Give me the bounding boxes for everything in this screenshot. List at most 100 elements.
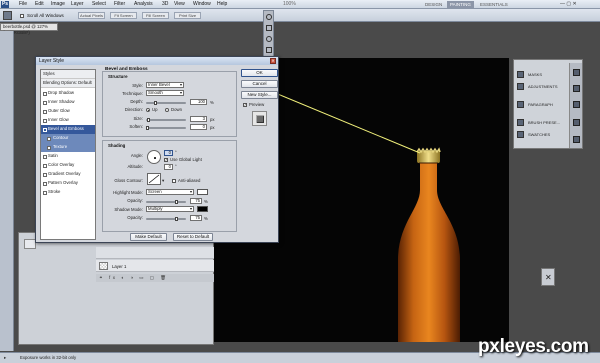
angle-unit-icon: ° bbox=[175, 150, 177, 155]
layers-footer: ⚭ fx ◐ ◑ ▭ ▢ 🗑 bbox=[96, 274, 214, 282]
style-select[interactable]: Inner Bevel bbox=[146, 82, 184, 88]
use-global-light-label: Use Global Light bbox=[170, 157, 202, 162]
checkbox[interactable] bbox=[42, 172, 47, 177]
highlight-opacity-slider[interactable] bbox=[146, 201, 186, 203]
style-pattern-overlay[interactable]: Pattern Overlay bbox=[41, 179, 95, 188]
layer-row[interactable] bbox=[96, 247, 214, 259]
cancel-button[interactable]: Cancel bbox=[241, 80, 278, 88]
checkbox[interactable] bbox=[42, 91, 47, 96]
depth-label: Depth: bbox=[130, 99, 143, 104]
direction-up-label: Up bbox=[152, 107, 158, 112]
technique-select[interactable]: Smooth bbox=[146, 90, 184, 96]
checkbox[interactable] bbox=[42, 154, 47, 159]
checkbox[interactable] bbox=[42, 109, 47, 114]
checkbox[interactable] bbox=[42, 100, 47, 105]
style-preview-swatch bbox=[252, 111, 267, 126]
watermark-logo: pxleyes.com bbox=[478, 336, 589, 357]
style-contour[interactable]: Contour bbox=[41, 134, 95, 143]
depth-input[interactable]: 100 bbox=[190, 99, 207, 105]
layer-footer-icons[interactable]: ⚭ fx ◐ ◑ ▭ ▢ 🗑 bbox=[99, 275, 168, 281]
highlight-opacity-label: Opacity: bbox=[127, 198, 143, 203]
right-icon-strip bbox=[569, 63, 582, 148]
soften-slider-knob[interactable] bbox=[146, 126, 149, 130]
technique-label: Technique: bbox=[122, 91, 143, 96]
layers-panel: Layer 1 ⚭ fx ◐ ◑ ▭ ▢ 🗑 bbox=[18, 232, 214, 345]
altitude-input[interactable]: 0 bbox=[164, 164, 173, 170]
soften-input[interactable]: 0 bbox=[190, 124, 207, 130]
style-gradient-overlay[interactable]: Gradient Overlay bbox=[41, 170, 95, 179]
shadow-opacity-knob[interactable] bbox=[175, 217, 178, 221]
tools-icon[interactable]: ✕ bbox=[541, 268, 555, 286]
style-stroke[interactable]: Stroke bbox=[41, 188, 95, 197]
checkbox[interactable] bbox=[47, 145, 51, 150]
highlight-color-swatch[interactable] bbox=[197, 189, 208, 195]
ok-button[interactable]: OK bbox=[241, 69, 278, 77]
soften-slider[interactable] bbox=[146, 127, 186, 129]
blending-options-item[interactable]: Blending Options: Default bbox=[41, 79, 95, 88]
direction-up-radio[interactable] bbox=[146, 108, 150, 112]
depth-unit: % bbox=[210, 100, 214, 105]
soften-label: Soften: bbox=[129, 124, 143, 129]
contour-dropdown-icon[interactable]: ▾ bbox=[162, 178, 164, 184]
style-label: Style: bbox=[132, 83, 143, 88]
shadow-opacity-input[interactable]: 75 bbox=[190, 215, 202, 221]
new-style-button[interactable]: New Style... bbox=[241, 91, 278, 99]
style-drop-shadow[interactable]: Drop Shadow bbox=[41, 89, 95, 98]
direction-down-label: Down bbox=[171, 107, 182, 112]
style-color-overlay[interactable]: Color Overlay bbox=[41, 161, 95, 170]
shadow-opacity-slider[interactable] bbox=[146, 218, 186, 220]
style-texture[interactable]: Texture bbox=[41, 143, 95, 152]
layer-name[interactable]: Layer 1 bbox=[112, 264, 126, 269]
checkbox[interactable] bbox=[47, 136, 51, 141]
structure-title: Structure bbox=[108, 74, 128, 79]
style-bevel-emboss[interactable]: Bevel and Emboss bbox=[41, 125, 95, 134]
layers-icon[interactable] bbox=[573, 69, 580, 76]
anti-aliased-checkbox[interactable] bbox=[172, 179, 176, 183]
styles-header[interactable]: Styles bbox=[41, 70, 95, 79]
use-global-light-checkbox[interactable] bbox=[164, 157, 168, 162]
style-inner-glow[interactable]: Inner Glow bbox=[41, 116, 95, 125]
highlight-mode-label: Highlight Mode: bbox=[113, 190, 143, 195]
checkbox[interactable] bbox=[42, 181, 47, 186]
size-input[interactable]: 3 bbox=[190, 116, 207, 122]
style-satin[interactable]: Satin bbox=[41, 152, 95, 161]
navigator-icon[interactable] bbox=[573, 136, 580, 143]
anti-aliased-label: Anti-aliased bbox=[178, 178, 201, 183]
close-icon[interactable]: ✕ bbox=[270, 58, 276, 64]
angle-input[interactable]: 0 bbox=[164, 150, 173, 156]
size-slider[interactable] bbox=[146, 119, 186, 121]
direction-down-radio[interactable] bbox=[165, 108, 169, 112]
highlight-opacity-input[interactable]: 75 bbox=[190, 198, 202, 204]
depth-slider-knob[interactable] bbox=[154, 101, 157, 105]
size-unit: px bbox=[210, 117, 215, 122]
checkbox[interactable] bbox=[42, 190, 47, 195]
highlight-mode-select[interactable]: Screen bbox=[146, 189, 194, 195]
shadow-color-swatch[interactable] bbox=[197, 206, 208, 212]
checkbox[interactable] bbox=[42, 163, 47, 168]
channels-icon[interactable] bbox=[573, 85, 580, 92]
styles-list: Styles Blending Options: Default Drop Sh… bbox=[40, 69, 96, 240]
preview-label: Preview bbox=[249, 102, 265, 107]
dialog-title[interactable]: Layer Style bbox=[36, 57, 278, 65]
styles-icon[interactable] bbox=[573, 119, 580, 126]
angle-label: Angle: bbox=[130, 153, 143, 158]
style-inner-shadow[interactable]: Inner Shadow bbox=[41, 98, 95, 107]
gloss-contour-picker[interactable] bbox=[147, 173, 161, 185]
masks-icon bbox=[517, 71, 524, 78]
checkbox[interactable] bbox=[42, 127, 47, 132]
soften-unit: px bbox=[210, 125, 215, 130]
size-slider-knob[interactable] bbox=[147, 118, 150, 122]
depth-slider[interactable] bbox=[146, 102, 186, 104]
highlight-opacity-knob[interactable] bbox=[175, 200, 178, 204]
make-default-button[interactable]: Make Default bbox=[130, 233, 167, 241]
preview-checkbox[interactable] bbox=[243, 102, 247, 107]
paths-icon[interactable] bbox=[573, 101, 580, 108]
shadow-mode-select[interactable]: Multiply bbox=[146, 206, 194, 212]
reset-to-default-button[interactable]: Reset to Default bbox=[173, 233, 213, 241]
style-outer-glow[interactable]: Outer Glow bbox=[41, 107, 95, 116]
checkbox[interactable] bbox=[42, 118, 47, 123]
angle-dial[interactable] bbox=[147, 150, 161, 164]
layer-row[interactable]: Layer 1 bbox=[96, 260, 214, 272]
altitude-label: Altitude: bbox=[127, 164, 143, 169]
shading-title: Shading bbox=[108, 143, 126, 148]
